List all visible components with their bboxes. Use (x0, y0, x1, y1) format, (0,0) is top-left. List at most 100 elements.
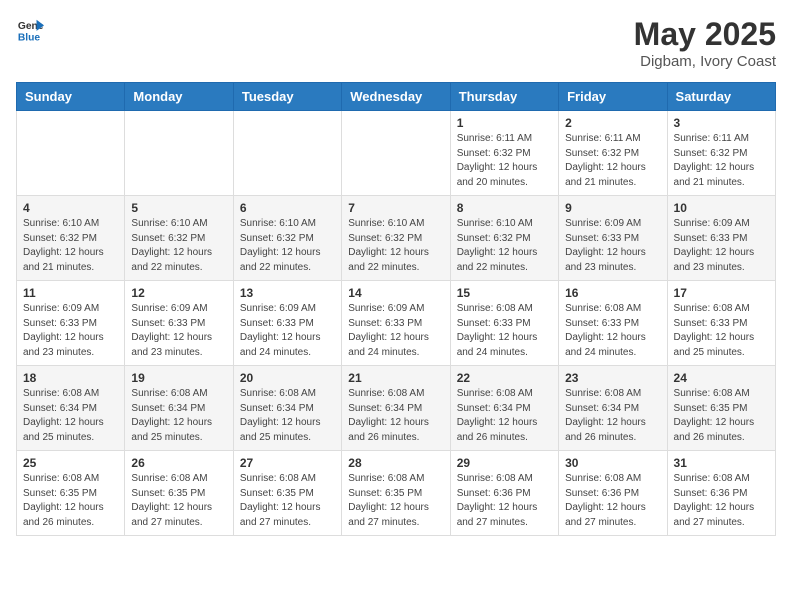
day-number: 15 (457, 286, 552, 300)
day-number: 27 (240, 456, 335, 470)
day-info: Sunrise: 6:08 AM Sunset: 6:35 PM Dayligh… (131, 472, 226, 530)
day-number: 10 (674, 201, 769, 215)
column-header-sunday: Sunday (17, 83, 125, 111)
logo-icon: General Blue (16, 16, 44, 44)
calendar-cell: 26 Sunrise: 6:08 AM Sunset: 6:35 PM Dayli… (125, 451, 233, 536)
day-number: 22 (457, 371, 552, 385)
day-info: Sunrise: 6:09 AM Sunset: 6:33 PM Dayligh… (348, 302, 443, 360)
day-info: Sunrise: 6:08 AM Sunset: 6:35 PM Dayligh… (348, 472, 443, 530)
day-info: Sunrise: 6:09 AM Sunset: 6:33 PM Dayligh… (674, 217, 769, 275)
calendar-cell: 23 Sunrise: 6:08 AM Sunset: 6:34 PM Dayli… (559, 366, 667, 451)
calendar-cell: 20 Sunrise: 6:08 AM Sunset: 6:34 PM Dayli… (233, 366, 341, 451)
column-header-tuesday: Tuesday (233, 83, 341, 111)
calendar-table: SundayMondayTuesdayWednesdayThursdayFrid… (16, 82, 776, 536)
day-info: Sunrise: 6:10 AM Sunset: 6:32 PM Dayligh… (23, 217, 118, 275)
day-info: Sunrise: 6:08 AM Sunset: 6:36 PM Dayligh… (457, 472, 552, 530)
calendar-cell (125, 111, 233, 196)
calendar-cell: 19 Sunrise: 6:08 AM Sunset: 6:34 PM Dayli… (125, 366, 233, 451)
logo: General Blue (16, 16, 44, 44)
calendar-cell: 9 Sunrise: 6:09 AM Sunset: 6:33 PM Daylig… (559, 196, 667, 281)
calendar-cell: 1 Sunrise: 6:11 AM Sunset: 6:32 PM Daylig… (450, 111, 558, 196)
page-header: General Blue May 2025 Digbam, Ivory Coas… (16, 16, 776, 70)
calendar-cell: 7 Sunrise: 6:10 AM Sunset: 6:32 PM Daylig… (342, 196, 450, 281)
day-number: 31 (674, 456, 769, 470)
day-number: 30 (565, 456, 660, 470)
calendar-cell: 29 Sunrise: 6:08 AM Sunset: 6:36 PM Dayli… (450, 451, 558, 536)
day-info: Sunrise: 6:08 AM Sunset: 6:36 PM Dayligh… (565, 472, 660, 530)
day-number: 4 (23, 201, 118, 215)
day-number: 3 (674, 116, 769, 130)
day-info: Sunrise: 6:10 AM Sunset: 6:32 PM Dayligh… (240, 217, 335, 275)
day-info: Sunrise: 6:08 AM Sunset: 6:35 PM Dayligh… (240, 472, 335, 530)
calendar-cell: 2Sunrise: 6:11 AM Sunset: 6:32 PM Daylig… (559, 111, 667, 196)
calendar-cell: 6 Sunrise: 6:10 AM Sunset: 6:32 PM Daylig… (233, 196, 341, 281)
day-number: 1 (457, 116, 552, 130)
title-block: May 2025 Digbam, Ivory Coast (634, 16, 776, 70)
day-number: 29 (457, 456, 552, 470)
day-number: 8 (457, 201, 552, 215)
day-number: 20 (240, 371, 335, 385)
day-number: 5 (131, 201, 226, 215)
calendar-week-row: 18 Sunrise: 6:08 AM Sunset: 6:34 PM Dayli… (17, 366, 776, 451)
calendar-cell: 31Sunrise: 6:08 AM Sunset: 6:36 PM Dayli… (667, 451, 775, 536)
day-number: 24 (674, 371, 769, 385)
day-info: Sunrise: 6:09 AM Sunset: 6:33 PM Dayligh… (240, 302, 335, 360)
day-info: Sunrise: 6:09 AM Sunset: 6:33 PM Dayligh… (131, 302, 226, 360)
calendar-cell: 13 Sunrise: 6:09 AM Sunset: 6:33 PM Dayli… (233, 281, 341, 366)
day-number: 13 (240, 286, 335, 300)
day-info: Sunrise: 6:09 AM Sunset: 6:33 PM Dayligh… (23, 302, 118, 360)
day-number: 18 (23, 371, 118, 385)
day-info: Sunrise: 6:08 AM Sunset: 6:33 PM Dayligh… (674, 302, 769, 360)
day-number: 6 (240, 201, 335, 215)
day-info: Sunrise: 6:11 AM Sunset: 6:32 PM Dayligh… (674, 132, 769, 190)
calendar-cell: 22Sunrise: 6:08 AM Sunset: 6:34 PM Dayli… (450, 366, 558, 451)
calendar-cell: 3 Sunrise: 6:11 AM Sunset: 6:32 PM Daylig… (667, 111, 775, 196)
calendar-header-row: SundayMondayTuesdayWednesdayThursdayFrid… (17, 83, 776, 111)
calendar-cell: 24 Sunrise: 6:08 AM Sunset: 6:35 PM Dayli… (667, 366, 775, 451)
calendar-cell: 5 Sunrise: 6:10 AM Sunset: 6:32 PM Daylig… (125, 196, 233, 281)
calendar-cell: 10 Sunrise: 6:09 AM Sunset: 6:33 PM Dayli… (667, 196, 775, 281)
calendar-cell: 28 Sunrise: 6:08 AM Sunset: 6:35 PM Dayli… (342, 451, 450, 536)
calendar-week-row: 4 Sunrise: 6:10 AM Sunset: 6:32 PM Daylig… (17, 196, 776, 281)
location: Digbam, Ivory Coast (634, 53, 776, 70)
calendar-cell: 14 Sunrise: 6:09 AM Sunset: 6:33 PM Dayli… (342, 281, 450, 366)
calendar-cell: 25 Sunrise: 6:08 AM Sunset: 6:35 PM Dayli… (17, 451, 125, 536)
day-info: Sunrise: 6:10 AM Sunset: 6:32 PM Dayligh… (348, 217, 443, 275)
day-number: 25 (23, 456, 118, 470)
calendar-cell: 4 Sunrise: 6:10 AM Sunset: 6:32 PM Daylig… (17, 196, 125, 281)
day-info: Sunrise: 6:09 AM Sunset: 6:33 PM Dayligh… (565, 217, 660, 275)
calendar-cell: 18 Sunrise: 6:08 AM Sunset: 6:34 PM Dayli… (17, 366, 125, 451)
calendar-cell: 27 Sunrise: 6:08 AM Sunset: 6:35 PM Dayli… (233, 451, 341, 536)
day-number: 19 (131, 371, 226, 385)
calendar-cell: 17 Sunrise: 6:08 AM Sunset: 6:33 PM Dayli… (667, 281, 775, 366)
calendar-cell: 21 Sunrise: 6:08 AM Sunset: 6:34 PM Dayli… (342, 366, 450, 451)
calendar-week-row: 25 Sunrise: 6:08 AM Sunset: 6:35 PM Dayli… (17, 451, 776, 536)
day-info: Sunrise: 6:10 AM Sunset: 6:32 PM Dayligh… (131, 217, 226, 275)
day-number: 9 (565, 201, 660, 215)
day-info: Sunrise: 6:11 AM Sunset: 6:32 PM Dayligh… (457, 132, 552, 190)
calendar-cell: 30 Sunrise: 6:08 AM Sunset: 6:36 PM Dayli… (559, 451, 667, 536)
day-number: 12 (131, 286, 226, 300)
day-info: Sunrise: 6:08 AM Sunset: 6:34 PM Dayligh… (131, 387, 226, 445)
day-number: 21 (348, 371, 443, 385)
day-number: 26 (131, 456, 226, 470)
day-number: 17 (674, 286, 769, 300)
day-info: Sunrise: 6:08 AM Sunset: 6:34 PM Dayligh… (240, 387, 335, 445)
day-number: 11 (23, 286, 118, 300)
day-info: Sunrise: 6:11 AM Sunset: 6:32 PM Dayligh… (565, 132, 660, 190)
day-number: 28 (348, 456, 443, 470)
column-header-wednesday: Wednesday (342, 83, 450, 111)
day-info: Sunrise: 6:08 AM Sunset: 6:34 PM Dayligh… (23, 387, 118, 445)
day-info: Sunrise: 6:08 AM Sunset: 6:34 PM Dayligh… (565, 387, 660, 445)
day-info: Sunrise: 6:08 AM Sunset: 6:35 PM Dayligh… (23, 472, 118, 530)
day-info: Sunrise: 6:08 AM Sunset: 6:34 PM Dayligh… (348, 387, 443, 445)
calendar-cell: 15Sunrise: 6:08 AM Sunset: 6:33 PM Dayli… (450, 281, 558, 366)
calendar-cell: 11 Sunrise: 6:09 AM Sunset: 6:33 PM Dayli… (17, 281, 125, 366)
day-info: Sunrise: 6:08 AM Sunset: 6:33 PM Dayligh… (565, 302, 660, 360)
day-info: Sunrise: 6:10 AM Sunset: 6:32 PM Dayligh… (457, 217, 552, 275)
calendar-cell (342, 111, 450, 196)
day-number: 23 (565, 371, 660, 385)
day-info: Sunrise: 6:08 AM Sunset: 6:35 PM Dayligh… (674, 387, 769, 445)
day-number: 7 (348, 201, 443, 215)
day-number: 14 (348, 286, 443, 300)
